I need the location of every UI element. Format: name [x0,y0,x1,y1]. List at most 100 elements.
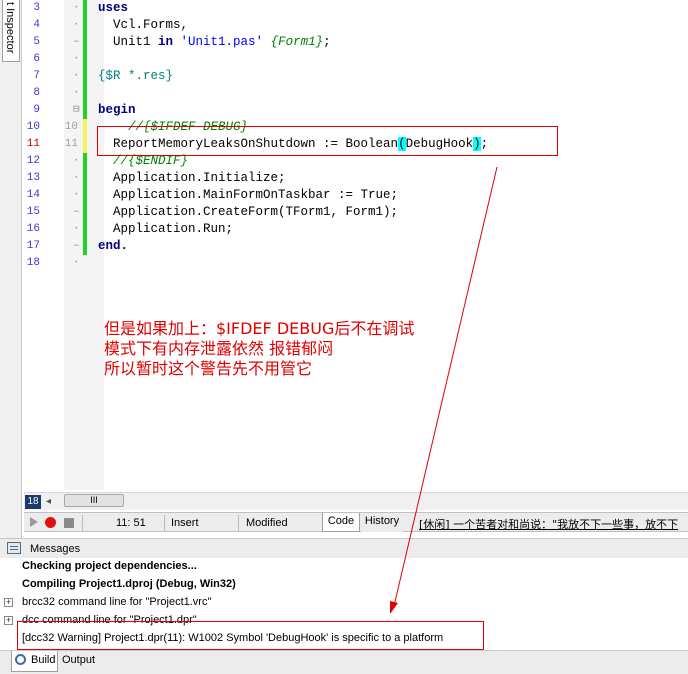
news-ticker[interactable]: [休闲] 一个苦者对和尚说："我放不下一些事，放不下 [419,516,688,532]
editor-status-bar: 11: 51 Insert Modified Code History [休闲]… [24,512,688,532]
code-line[interactable]: 4 · Vcl.Forms, [22,17,688,34]
line-number: 9 [33,104,40,116]
code-line[interactable]: 17 – end. [22,238,688,255]
code-text[interactable]: Application.Initialize; [98,170,286,187]
fold-marker-icon: · [73,223,80,235]
fold-marker-icon: · [73,2,80,14]
tab-output[interactable]: Output [62,654,95,666]
fold-marker-icon: · [73,172,80,184]
code-text[interactable]: end. [98,238,128,255]
code-text[interactable]: begin [98,102,136,119]
fold-marker-icon: · [73,155,80,167]
change-marker [83,85,87,102]
line-number: 15 [26,206,40,218]
code-line[interactable]: 18 · [22,255,688,272]
code-line[interactable]: 14 · Application.MainFormOnTaskbar := Tru… [22,187,688,204]
code-text[interactable]: Application.MainFormOnTaskbar := True; [98,187,398,204]
line-number: 18 [26,257,40,269]
change-marker [83,68,87,85]
fold-marker-icon: – [73,36,80,48]
message-line[interactable]: Compiling Project1.dproj (Debug, Win32) [22,577,236,591]
modified-indicator: Modified [246,517,288,529]
highlight-box-line-11 [97,126,558,156]
code-text[interactable]: {$R *.res} [98,68,173,85]
code-text[interactable]: Unit1 in 'Unit1.pas' {Form1}; [98,34,331,51]
code-line[interactable]: 5 – Unit1 in 'Unit1.pas' {Form1}; [22,34,688,51]
line-number: 16 [26,223,40,235]
line-number: 4 [33,19,40,31]
fold-marker-icon: · [73,70,80,82]
change-marker [83,221,87,238]
object-inspector-strip: t Inspector [0,0,22,540]
divider [238,515,239,531]
object-inspector-tab-label: t Inspector [4,2,16,54]
line-number: 10 [26,121,40,133]
code-line[interactable]: 16 · Application.Run; [22,221,688,238]
change-marker [83,238,87,255]
code-line[interactable]: 7 · {$R *.res} [22,68,688,85]
line-position-badge: 18 [25,495,41,509]
code-line[interactable]: 8 · [22,85,688,102]
highlight-box-warning [17,621,484,650]
object-inspector-tab[interactable]: t Inspector [2,0,20,62]
code-line[interactable]: 6 · [22,51,688,68]
fold-marker-icon[interactable]: ⊟ [73,102,80,119]
old-line-number: 11 [64,138,78,150]
fold-marker-icon: · [73,189,80,201]
change-marker [83,102,87,119]
record-macro-icon[interactable] [45,517,56,528]
fold-marker-icon: – [73,206,80,218]
line-number: 12 [26,155,40,167]
change-marker [83,119,87,136]
line-number: 13 [26,172,40,184]
line-number: 17 [26,240,40,252]
divider [164,515,165,531]
code-editor[interactable]: 3 · uses 4 · Vcl.Forms, 5 – Unit1 in 'Unit1.pa… [22,0,688,512]
code-line[interactable]: 13 · Application.Initialize; [22,170,688,187]
line-number: 14 [26,189,40,201]
code-text[interactable]: Vcl.Forms, [98,17,188,34]
code-line[interactable]: 15 – Application.CreateForm(TForm1, Form1… [22,204,688,221]
old-line-number: 10 [64,121,78,133]
change-marker [83,51,87,68]
tab-history[interactable]: History [361,513,403,532]
change-marker [83,170,87,187]
code-text[interactable]: uses [98,0,128,17]
tab-code[interactable]: Code [322,513,360,532]
change-marker [83,136,87,153]
cursor-position: 11: 51 [116,517,146,529]
messages-icon [7,542,21,554]
line-number: 8 [33,87,40,99]
code-line[interactable]: 9 ⊟ begin [22,102,688,119]
scroll-thumb[interactable]: III [64,494,124,507]
insert-mode: Insert [171,517,199,529]
change-marker [83,187,87,204]
message-line[interactable]: Checking project dependencies... [22,559,197,573]
line-number: 11 [26,138,40,150]
change-marker [83,0,87,17]
line-number: 7 [33,70,40,82]
tab-build[interactable]: Build [11,651,58,672]
tab-build-label: Build [31,654,56,666]
fold-marker-icon: · [73,19,80,31]
code-line[interactable]: 3 · uses [22,0,688,17]
code-text[interactable]: Application.CreateForm(TForm1, Form1); [98,204,398,221]
scroll-left-icon[interactable]: ◂ [46,496,51,507]
fold-marker-icon: – [73,240,80,252]
expand-icon[interactable]: + [4,616,13,625]
line-number: 3 [33,2,40,14]
change-marker [83,153,87,170]
change-marker [83,204,87,221]
change-marker [83,17,87,34]
expand-icon[interactable]: + [4,598,13,607]
stop-macro-icon[interactable] [64,518,74,528]
play-macro-icon[interactable] [30,517,38,527]
build-icon [15,654,26,665]
annotation-text: 但是如果加上：$IFDEF DEBUG后不在调试 模式下有内存泄露依然 报错郁闷… [104,319,415,378]
fold-marker-icon: · [73,87,80,99]
message-line[interactable]: brcc32 command line for "Project1.vrc" [22,595,211,609]
fold-marker-icon: · [73,257,80,269]
divider [82,515,83,531]
code-text[interactable]: Application.Run; [98,221,233,238]
line-number: 5 [33,36,40,48]
